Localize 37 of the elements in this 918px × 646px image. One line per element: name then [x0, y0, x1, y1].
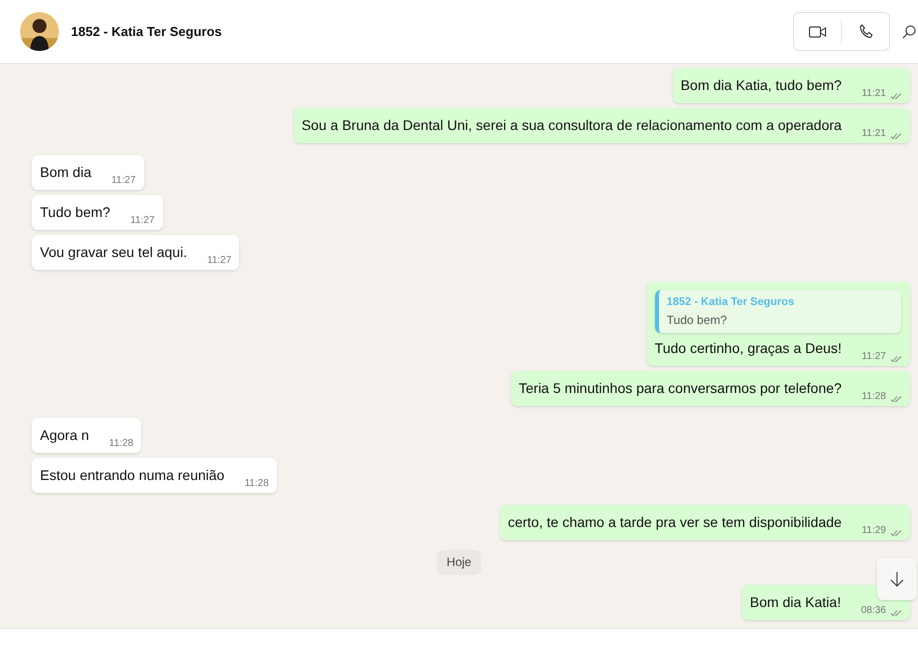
message-time: 11:21 [862, 88, 886, 100]
message-time: 11:28 [109, 438, 134, 450]
message-text: Sou a Bruna da Dental Uni, serei a sua consultora de relacionamento com a operadora [302, 116, 842, 135]
message-time: 11:27 [862, 350, 886, 362]
message-time: 11:28 [244, 478, 269, 490]
message-text: Agora n [40, 426, 90, 445]
message-time: 11:27 [130, 215, 155, 227]
quoted-author: 1852 - Katia Ter Seguros [666, 295, 796, 310]
double-check-icon [890, 528, 902, 536]
double-check-icon [890, 608, 902, 616]
arrow-down-icon [890, 571, 904, 587]
message-time: 11:27 [111, 175, 136, 187]
message-text: Tudo bem? [40, 203, 110, 222]
message-text: Vou gravar seu tel aqui. [40, 243, 188, 262]
message-time: 11:28 [862, 390, 886, 402]
message-time: 11:21 [862, 128, 886, 140]
quoted-text: Tudo bem? [666, 312, 728, 328]
message-text: certo, te chamo a tarde pra ver se tem disponibilidade [508, 512, 842, 532]
date-chip: Hoje [436, 550, 482, 574]
double-check-icon [890, 92, 902, 100]
message-text: Bom dia Katia, tudo bem? [680, 76, 842, 95]
message-time: 08:36 [860, 604, 886, 616]
message-text: Bom dia [40, 163, 92, 182]
message-text: Tudo certinho, graças a Deus! [654, 338, 842, 358]
phone-icon [858, 24, 872, 39]
search-icon [902, 24, 916, 38]
message-text: Bom dia Katia! [750, 592, 841, 612]
double-check-icon [890, 354, 902, 362]
message-time: 11:27 [207, 255, 232, 267]
video-camera-icon [809, 26, 826, 38]
double-check-icon [890, 394, 902, 402]
contact-name: 1852 - Katia Ter Seguros [71, 22, 222, 41]
double-check-icon [890, 132, 902, 140]
message-text: Teria 5 minutinhos para conversarmos por telefone? [518, 378, 842, 398]
message-text: Estou entrando numa reunião [40, 466, 224, 484]
message-time: 11:29 [862, 524, 886, 536]
search-button[interactable] [902, 24, 918, 38]
